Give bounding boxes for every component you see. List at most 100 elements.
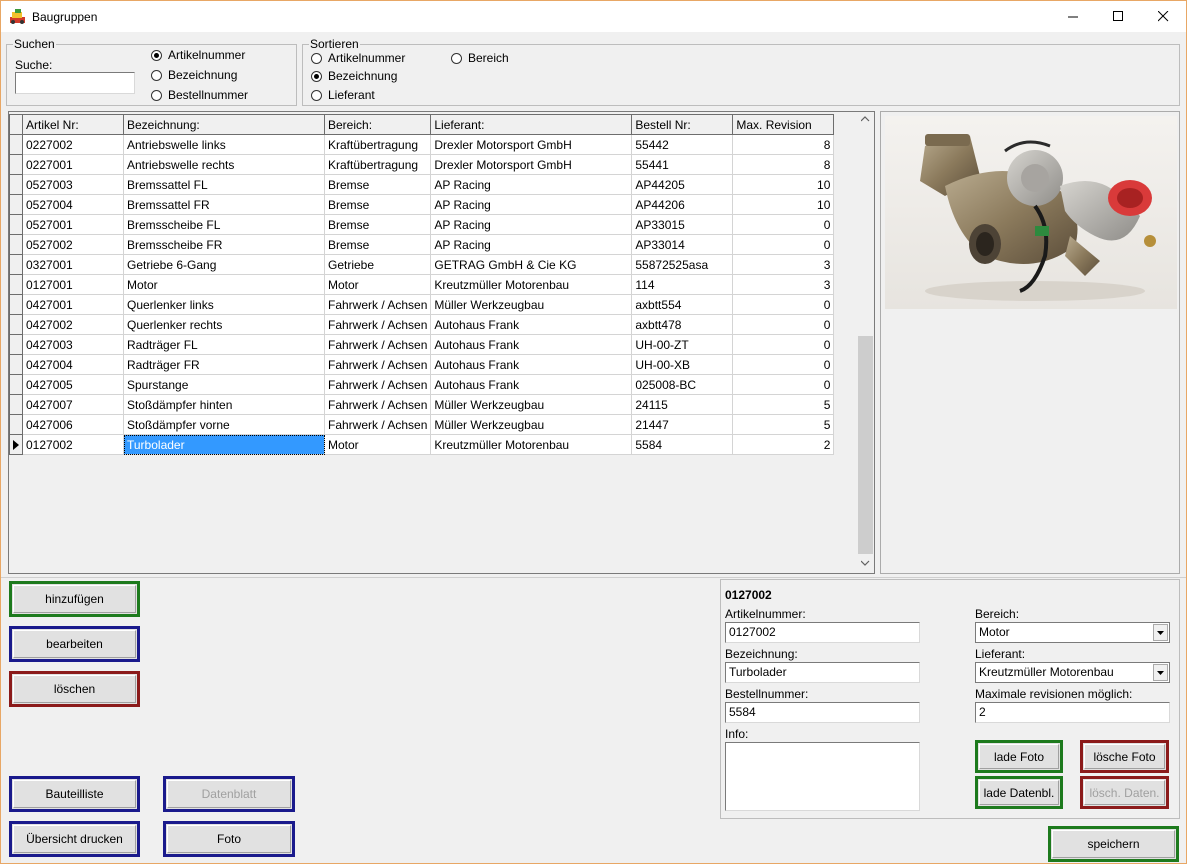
row-selector[interactable] — [9, 154, 23, 175]
table-row[interactable]: 0427004 Radträger FR Fahrwerk / Achsen Auto… — [9, 354, 835, 375]
table-cell[interactable]: AP33015 — [631, 214, 734, 235]
table-cell[interactable]: 0 — [732, 334, 835, 355]
table-cell[interactable]: Müller Werkzeugbau — [430, 414, 633, 435]
delete-datasheet-button[interactable]: lösch. Daten. — [1080, 776, 1169, 809]
table-cell[interactable]: 8 — [732, 154, 835, 175]
column-header[interactable]: Bestell Nr: — [631, 114, 734, 135]
edit-button[interactable]: bearbeiten — [9, 626, 140, 662]
table-cell[interactable]: Stoßdämpfer vorne — [123, 414, 325, 435]
table-cell[interactable]: Kraftübertragung — [323, 154, 432, 175]
table-cell[interactable]: 5 — [732, 414, 835, 435]
table-row[interactable]: 0427002 Querlenker rechts Fahrwerk / Achse… — [9, 314, 835, 335]
minimize-button[interactable] — [1050, 1, 1096, 32]
table-cell[interactable]: Autohaus Frank — [430, 334, 633, 355]
table-cell[interactable]: axbtt478 — [631, 314, 734, 335]
table-cell[interactable]: 0 — [732, 374, 835, 395]
table-cell[interactable]: Müller Werkzeugbau — [430, 294, 633, 315]
table-row[interactable]: 0227001 Antriebswelle rechts Kraftübertrag… — [9, 154, 835, 175]
table-cell[interactable]: 3 — [732, 254, 835, 275]
table-cell[interactable]: 10 — [732, 174, 835, 195]
table-row[interactable]: 0527003 Bremssattel FL Bremse AP Racing AP44… — [9, 174, 835, 195]
scrollbar-thumb[interactable] — [858, 336, 873, 554]
table-cell[interactable]: 0 — [732, 214, 835, 235]
table-cell[interactable]: Bremssattel FL — [123, 174, 325, 195]
table-cell[interactable]: AP Racing — [430, 194, 633, 215]
table-cell[interactable]: 55442 — [631, 134, 734, 155]
table-cell[interactable]: Bremse — [323, 194, 432, 215]
datasheet-button[interactable]: Datenblatt — [163, 776, 295, 812]
row-selector[interactable] — [9, 174, 23, 195]
table-cell[interactable]: axbtt554 — [631, 294, 734, 315]
row-selector[interactable] — [9, 134, 23, 155]
table-cell[interactable]: 0 — [732, 234, 835, 255]
table-cell[interactable]: 0 — [732, 354, 835, 375]
table-cell[interactable]: AP Racing — [430, 234, 633, 255]
table-cell[interactable]: Autohaus Frank — [430, 314, 633, 335]
parts-list-button[interactable]: Bauteilliste — [9, 776, 140, 812]
column-header[interactable]: Lieferant: — [430, 114, 633, 135]
table-cell[interactable]: Radträger FL — [123, 334, 325, 355]
table-cell[interactable]: 8 — [732, 134, 835, 155]
row-selector[interactable] — [9, 274, 23, 295]
table-cell[interactable]: 0 — [732, 314, 835, 335]
table-cell[interactable]: 0427001 — [22, 294, 124, 315]
table-row[interactable]: 0427005 Spurstange Fahrwerk / Achsen Autoha… — [9, 374, 835, 395]
area-select[interactable]: Motor — [975, 622, 1170, 643]
table-cell[interactable]: 0427007 — [22, 394, 124, 415]
close-button[interactable] — [1140, 1, 1186, 32]
table-cell[interactable]: Fahrwerk / Achsen — [323, 354, 432, 375]
table-cell[interactable]: Bremse — [323, 174, 432, 195]
row-selector[interactable] — [9, 294, 23, 315]
article-number-field[interactable]: 0127002 — [725, 622, 920, 643]
table-row[interactable]: 0427006 Stoßdämpfer vorne Fahrwerk / Achse… — [9, 414, 835, 435]
table-cell[interactable]: 24115 — [631, 394, 734, 415]
sort-option-lieferant[interactable]: Lieferant — [311, 87, 375, 103]
row-selector[interactable] — [9, 194, 23, 215]
table-cell[interactable]: Motor — [123, 274, 325, 295]
table-cell[interactable]: 0127002 — [22, 434, 124, 455]
table-cell[interactable]: 0527001 — [22, 214, 124, 235]
table-row[interactable]: 0427007 Stoßdämpfer hinten Fahrwerk / Achs… — [9, 394, 835, 415]
table-cell[interactable]: Fahrwerk / Achsen — [323, 414, 432, 435]
table-cell[interactable]: Motor — [323, 274, 432, 295]
table-cell[interactable]: Bremsscheibe FR — [123, 234, 325, 255]
row-selector[interactable] — [9, 254, 23, 275]
table-cell[interactable]: 55872525asa — [631, 254, 734, 275]
table-cell[interactable]: Bremse — [323, 214, 432, 235]
row-selector[interactable] — [9, 434, 23, 455]
table-cell[interactable]: 0427002 — [22, 314, 124, 335]
chevron-down-icon[interactable] — [1153, 664, 1168, 681]
load-datasheet-button[interactable]: lade Datenbl. — [975, 776, 1063, 809]
table-cell[interactable]: Motor — [323, 434, 432, 455]
table-cell[interactable]: 5584 — [631, 434, 734, 455]
table-cell[interactable]: GETRAG GmbH & Cie KG — [430, 254, 633, 275]
row-selector[interactable] — [9, 334, 23, 355]
table-cell[interactable]: Kraftübertragung — [323, 134, 432, 155]
column-header[interactable]: Max. Revision — [732, 114, 835, 135]
table-cell[interactable]: Autohaus Frank — [430, 354, 633, 375]
table-cell[interactable]: Fahrwerk / Achsen — [323, 314, 432, 335]
table-cell[interactable]: 0227002 — [22, 134, 124, 155]
table-cell[interactable]: Fahrwerk / Achsen — [323, 294, 432, 315]
supplier-select[interactable]: Kreutzmüller Motorenbau — [975, 662, 1170, 683]
table-cell[interactable]: 025008-BC — [631, 374, 734, 395]
table-row[interactable]: 0527004 Bremssattel FR Bremse AP Racing AP44… — [9, 194, 835, 215]
row-selector[interactable] — [9, 394, 23, 415]
row-selector[interactable] — [9, 414, 23, 435]
column-header[interactable]: Bereich: — [323, 114, 432, 135]
table-row[interactable]: 0527002 Bremsscheibe FR Bremse AP Racing AP3… — [9, 234, 835, 255]
table-cell[interactable]: AP44205 — [631, 174, 734, 195]
table-cell[interactable]: 5 — [732, 394, 835, 415]
row-selector[interactable] — [9, 214, 23, 235]
name-field[interactable]: Turbolader — [725, 662, 920, 683]
table-cell[interactable]: Turbolader — [123, 434, 325, 455]
table-cell[interactable]: 0327001 — [22, 254, 124, 275]
table-cell[interactable]: Bremsscheibe FL — [123, 214, 325, 235]
row-selector[interactable] — [9, 314, 23, 335]
row-selector[interactable] — [9, 374, 23, 395]
table-cell[interactable]: UH-00-XB — [631, 354, 734, 375]
parts-grid[interactable]: Artikel Nr: Bezeichnung: Bereich: Liefer… — [8, 111, 875, 574]
table-row[interactable]: 0427003 Radträger FL Fahrwerk / Achsen Auto… — [9, 334, 835, 355]
table-cell[interactable]: 21447 — [631, 414, 734, 435]
table-cell[interactable]: Fahrwerk / Achsen — [323, 334, 432, 355]
